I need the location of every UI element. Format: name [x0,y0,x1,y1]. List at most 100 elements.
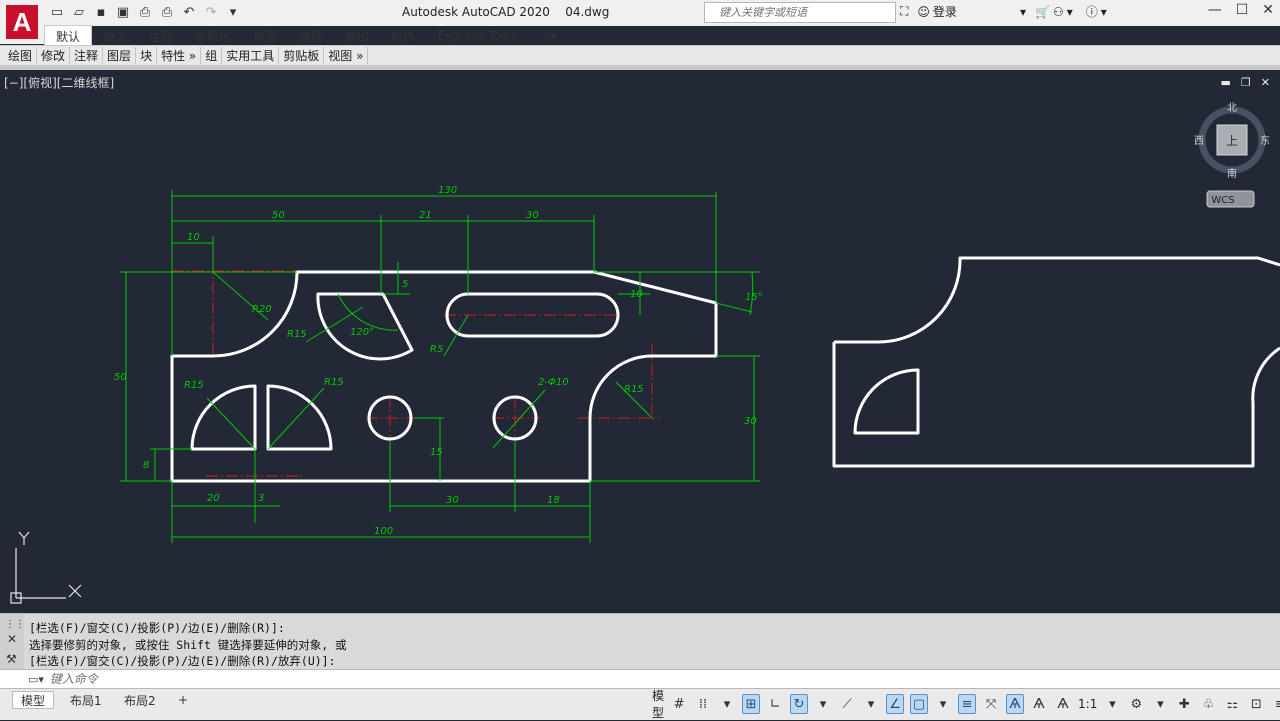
customization-icon[interactable]: ≡ [1271,694,1280,714]
osnap-dropdown-icon[interactable]: ▾ [934,694,952,714]
panel-layers[interactable]: 图层 [103,47,137,64]
viewcube-top-label[interactable]: 上 [1226,134,1238,148]
object-snap-tracking-icon[interactable]: ∠ [886,694,905,714]
panel-draw[interactable]: 绘图 [4,47,38,64]
save-icon[interactable]: ▪ [92,3,110,21]
dim-30-bottom: 30 [446,495,459,506]
isolate-objects-icon[interactable]: ♧ [1199,694,1217,714]
a360-dropdown-icon[interactable]: ▾ [1067,5,1073,19]
annotation-autoscale-icon[interactable]: Ѧ [1030,694,1048,714]
tab-collaborate[interactable]: 协作 [380,26,426,47]
a360-icon[interactable]: ⚇ [1053,5,1064,19]
redo-icon[interactable]: ↷ [202,3,220,21]
add-layout-icon[interactable]: + [170,691,196,709]
search-box[interactable] [704,2,896,23]
open-icon[interactable]: ▱ [70,3,88,21]
status-toggles: 模型 # ⁞⁞ ▾ ⊞ ∟ ↻ ▾ ⟋ ▾ ∠ ▢ ▾ ≡ ⤧ Ѧ Ѧ Ѧ 1:… [652,687,1280,721]
workspace-gear-icon[interactable]: ⚙ [1127,694,1145,714]
viewport-restore-icon[interactable]: ❐ [1241,76,1251,89]
panel-clipboard[interactable]: 剪贴板 [279,47,325,64]
save-as-icon[interactable]: ▣ [114,3,132,21]
ribbon-minimize-icon[interactable]: ▭▾ [528,27,567,45]
dim-50-left: 50 [114,372,127,383]
scale-dropdown-icon[interactable]: ▾ [1103,694,1121,714]
snap-icon[interactable]: ⁞⁞ [694,694,712,714]
plot-icon[interactable]: ⎙ [158,3,176,21]
panel-properties[interactable]: 特性 » [157,47,202,64]
panel-modify[interactable]: 修改 [37,47,71,64]
command-input[interactable] [49,672,950,686]
undo-icon[interactable]: ↶ [180,3,198,21]
polar-dropdown-icon[interactable]: ▾ [814,694,832,714]
transparency-icon[interactable]: ⤧ [982,694,1000,714]
lineweight-icon[interactable]: ≡ [958,694,977,714]
tab-default[interactable]: 默认 [44,25,93,47]
search-input[interactable] [719,6,891,19]
cart-icon[interactable]: 🛒 [1035,5,1050,19]
close-icon[interactable]: ✕ [7,632,17,646]
viewcube-west[interactable]: 西 [1194,136,1204,147]
close-icon[interactable]: ✕ [1262,2,1274,18]
ucs-icon [10,531,82,604]
viewcube-south[interactable]: 南 [1227,167,1237,180]
user-icon[interactable]: ☺ [917,5,930,19]
crosshair-icon[interactable]: ✚ [1175,694,1193,714]
command-history-line-1: [栏选(F)/窗交(C)/投影(P)/边(E)/删除(R)]: [29,621,285,635]
part-outline[interactable] [170,256,1280,483]
login-button[interactable]: 登录 [933,3,957,20]
help-icon[interactable]: ⓘ [1086,3,1098,20]
publish-icon[interactable]: ⎙ [136,3,154,21]
tab-annotate[interactable]: 注释 [138,26,184,47]
panel-block[interactable]: 块 [136,47,158,64]
tab-layout2[interactable]: 布局2 [116,691,164,709]
panel-groups[interactable]: 组 [201,47,223,64]
command-line-handle[interactable]: ⋮⋮ ✕ ⚒ [0,614,25,670]
drawing-area[interactable]: 130 50 21 30 10 R20 R15 R5 120° 5 10 15°… [0,70,1280,613]
tab-parametric[interactable]: 参数化 [184,26,242,47]
minimize-icon[interactable]: — [1208,2,1222,18]
viewcube-north[interactable]: 北 [1227,102,1237,114]
grip-icon[interactable]: ⋮⋮ [5,619,25,630]
viewport-close-icon[interactable]: ✕ [1261,76,1270,89]
qat-dropdown-icon[interactable]: ▾ [224,3,242,21]
panel-utilities[interactable]: 实用工具 [222,47,280,64]
annotation-scale-value[interactable]: 1:1 [1078,697,1097,711]
tab-layout1[interactable]: 布局1 [62,691,110,709]
binoculars-icon[interactable]: ⛶ [900,4,908,19]
graphics-performance-icon[interactable]: ⚏ [1223,694,1241,714]
viewcube[interactable]: 上 北 南 东 西 WCS [1194,102,1270,208]
help-dropdown-icon[interactable]: ▾ [1101,5,1107,19]
panel-annotation[interactable]: 注释 [70,47,104,64]
viewport-minimize-icon[interactable]: ▬ [1221,76,1231,89]
tab-insert[interactable]: 插入 [92,26,138,47]
wcs-label[interactable]: WCS [1211,195,1234,206]
workspace-dropdown-icon[interactable]: ▾ [1151,694,1169,714]
tab-output[interactable]: 输出 [334,26,380,47]
tab-view[interactable]: 视图 [242,26,288,47]
object-snap-icon[interactable]: ▢ [910,694,929,714]
ortho-icon[interactable]: ∟ [766,694,784,714]
dynamic-input-icon[interactable]: ⊞ [742,694,761,714]
login-dropdown-icon[interactable]: ▾ [1020,5,1026,19]
snap-dropdown-icon[interactable]: ▾ [718,694,736,714]
iso-dropdown-icon[interactable]: ▾ [862,694,880,714]
command-prompt-icon[interactable]: ▭▾ [28,673,44,686]
model-space-toggle[interactable]: 模型 [652,687,664,721]
tab-model[interactable]: 模型 [12,691,55,709]
tab-manage[interactable]: 管理 [288,26,334,47]
new-icon[interactable]: ▭ [48,3,66,21]
application-menu-button[interactable]: A [0,0,44,44]
grid-icon[interactable]: # [670,694,688,714]
panel-view[interactable]: 视图 » [324,47,369,64]
annotation-scale-icon[interactable]: Ѧ [1054,694,1072,714]
isodraft-icon[interactable]: ⟋ [838,694,856,714]
drawing-svg[interactable]: 130 50 21 30 10 R20 R15 R5 120° 5 10 15°… [0,70,1280,613]
viewcube-east[interactable]: 东 [1260,134,1270,147]
tab-express-tools[interactable]: Express Tools [426,27,528,45]
wrench-icon[interactable]: ⚒ [6,652,17,666]
viewport-controls-label[interactable]: [−][俯视][二维线框] [4,74,114,91]
maximize-icon[interactable]: ☐ [1236,2,1249,18]
annotation-visibility-icon[interactable]: Ѧ [1006,694,1025,714]
clean-screen-icon[interactable]: ⊡ [1247,694,1265,714]
polar-tracking-icon[interactable]: ↻ [790,694,809,714]
